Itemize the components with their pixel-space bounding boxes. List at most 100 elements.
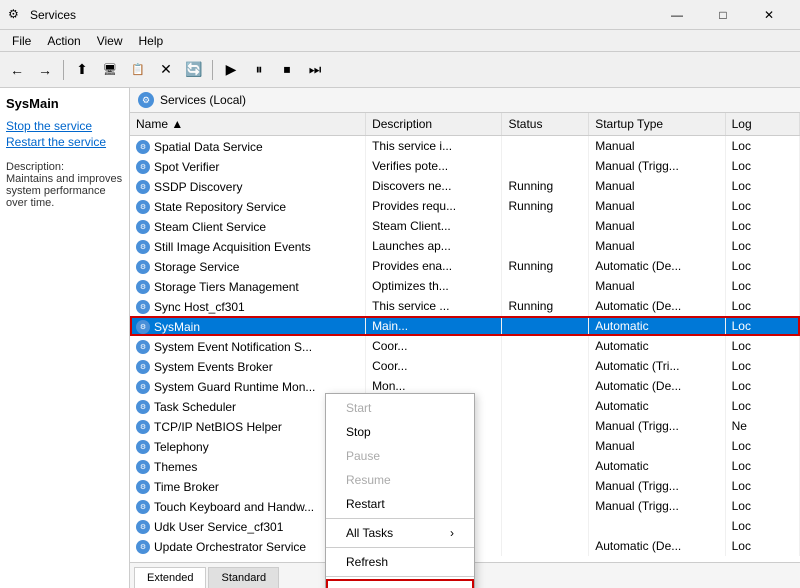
service-log-cell: Loc [725, 316, 799, 336]
service-description: Description:Maintains and improves syste… [6, 161, 123, 209]
stop-service-button[interactable]: ⏹ [274, 57, 300, 83]
service-startup-cell: Automatic (De... [589, 376, 725, 396]
pause-service-button[interactable]: ⏸ [246, 57, 272, 83]
table-row[interactable]: ⚙Spatial Data ServiceThis service i...Ma… [130, 136, 800, 157]
table-row[interactable]: ⚙Spot VerifierVerifies pote...Manual (Tr… [130, 156, 800, 176]
toolbar: ← → ⬆ 🖥 📋 ✕ 🔄 ▶ ⏸ ⏹ ⏭ [0, 52, 800, 88]
service-name-cell: ⚙Spatial Data Service [130, 136, 366, 157]
service-status-cell: Running [502, 196, 589, 216]
service-name-label: SysMain [6, 96, 123, 111]
table-row[interactable]: ⚙Steam Client ServiceSteam Client...Manu… [130, 216, 800, 236]
close-button[interactable]: ✕ [746, 0, 792, 30]
service-log-cell: Loc [725, 216, 799, 236]
table-row[interactable]: ⚙Still Image Acquisition EventsLaunches … [130, 236, 800, 256]
col-header-startup[interactable]: Startup Type [589, 113, 725, 136]
minimize-button[interactable]: — [654, 0, 700, 30]
table-row[interactable]: ⚙SysMainMain...AutomaticLoc [130, 316, 800, 336]
service-name-cell: ⚙System Events Broker [130, 356, 366, 376]
restart-service-link[interactable]: Restart the service [6, 135, 123, 149]
context-menu-item-properties[interactable]: Properties [326, 579, 474, 588]
service-desc-cell: Optimizes th... [366, 276, 502, 296]
service-name-cell: ⚙Spot Verifier [130, 156, 366, 176]
context-menu-item-refresh[interactable]: Refresh [326, 550, 474, 574]
service-startup-cell: Manual [589, 436, 725, 456]
context-menu-item-restart[interactable]: Restart [326, 492, 474, 516]
forward-button[interactable]: → [32, 57, 58, 83]
service-startup-cell: Automatic (De... [589, 296, 725, 316]
service-log-cell: Loc [725, 156, 799, 176]
col-header-desc[interactable]: Description [366, 113, 502, 136]
stop-service-link[interactable]: Stop the service [6, 119, 123, 133]
context-menu-item-stop[interactable]: Stop [326, 420, 474, 444]
service-log-cell: Loc [725, 436, 799, 456]
service-name-cell: ⚙State Repository Service [130, 196, 366, 216]
service-desc-cell: Discovers ne... [366, 176, 502, 196]
service-startup-cell [589, 516, 725, 536]
menu-help[interactable]: Help [131, 32, 172, 50]
main-area: SysMain Stop the service Restart the ser… [0, 88, 800, 588]
refresh-button[interactable]: 🔄 [181, 57, 207, 83]
service-desc-cell: Steam Client... [366, 216, 502, 236]
context-menu-item-start: Start [326, 396, 474, 420]
table-row[interactable]: ⚙System Events BrokerCoor...Automatic (T… [130, 356, 800, 376]
service-name-cell: ⚙Still Image Acquisition Events [130, 236, 366, 256]
context-menu-separator [326, 547, 474, 548]
window-title: Services [30, 8, 654, 22]
app-icon: ⚙ [8, 7, 24, 23]
service-status-cell [502, 136, 589, 157]
table-row[interactable]: ⚙State Repository ServiceProvides requ..… [130, 196, 800, 216]
menu-file[interactable]: File [4, 32, 39, 50]
service-status-cell [502, 396, 589, 416]
service-name-cell: ⚙Storage Tiers Management [130, 276, 366, 296]
service-startup-cell: Manual [589, 196, 725, 216]
service-startup-cell: Manual (Trigg... [589, 476, 725, 496]
service-log-cell: Loc [725, 456, 799, 476]
services-header: ⚙ Services (Local) [130, 88, 800, 113]
tab-standard[interactable]: Standard [208, 567, 279, 588]
menu-action[interactable]: Action [39, 32, 88, 50]
properties-button[interactable]: 📋 [125, 57, 151, 83]
menu-view[interactable]: View [89, 32, 131, 50]
service-status-cell: Running [502, 256, 589, 276]
service-desc-cell: Main... [366, 316, 502, 336]
service-startup-cell: Automatic [589, 316, 725, 336]
tab-extended[interactable]: Extended [134, 567, 206, 588]
context-menu-item-pause: Pause [326, 444, 474, 468]
service-startup-cell: Manual (Trigg... [589, 416, 725, 436]
service-desc-cell: Launches ap... [366, 236, 502, 256]
service-startup-cell: Automatic [589, 396, 725, 416]
table-row[interactable]: ⚙System Event Notification S...Coor...Au… [130, 336, 800, 356]
service-log-cell: Ne [725, 416, 799, 436]
service-log-cell: Loc [725, 276, 799, 296]
back-button[interactable]: ← [4, 57, 30, 83]
title-bar: ⚙ Services — □ ✕ [0, 0, 800, 30]
service-status-cell [502, 376, 589, 396]
context-menu-item-resume: Resume [326, 468, 474, 492]
service-status-cell [502, 436, 589, 456]
table-row[interactable]: ⚙SSDP DiscoveryDiscovers ne...RunningMan… [130, 176, 800, 196]
col-header-name[interactable]: Name ▲ [130, 113, 366, 136]
service-status-cell [502, 516, 589, 536]
delete-button[interactable]: ✕ [153, 57, 179, 83]
restart-service-button[interactable]: ⏭ [302, 57, 328, 83]
show-hide-button[interactable]: 🖥 [97, 57, 123, 83]
table-row[interactable]: ⚙Storage Tiers ManagementOptimizes th...… [130, 276, 800, 296]
table-row[interactable]: ⚙Sync Host_cf301This service ...RunningA… [130, 296, 800, 316]
maximize-button[interactable]: □ [700, 0, 746, 30]
service-status-cell: Running [502, 296, 589, 316]
service-desc-cell: Coor... [366, 356, 502, 376]
window-controls: — □ ✕ [654, 0, 792, 30]
service-log-cell: Loc [725, 136, 799, 157]
col-header-status[interactable]: Status [502, 113, 589, 136]
context-menu-item-all-tasks[interactable]: All Tasks› [326, 521, 474, 545]
up-button[interactable]: ⬆ [69, 57, 95, 83]
service-status-cell [502, 456, 589, 476]
start-service-button[interactable]: ▶ [218, 57, 244, 83]
col-header-log[interactable]: Log [725, 113, 799, 136]
service-startup-cell: Manual [589, 136, 725, 157]
table-row[interactable]: ⚙Storage ServiceProvides ena...RunningAu… [130, 256, 800, 276]
service-log-cell: Loc [725, 376, 799, 396]
service-startup-cell: Manual (Trigg... [589, 156, 725, 176]
service-log-cell: Loc [725, 516, 799, 536]
service-name-cell: ⚙SSDP Discovery [130, 176, 366, 196]
